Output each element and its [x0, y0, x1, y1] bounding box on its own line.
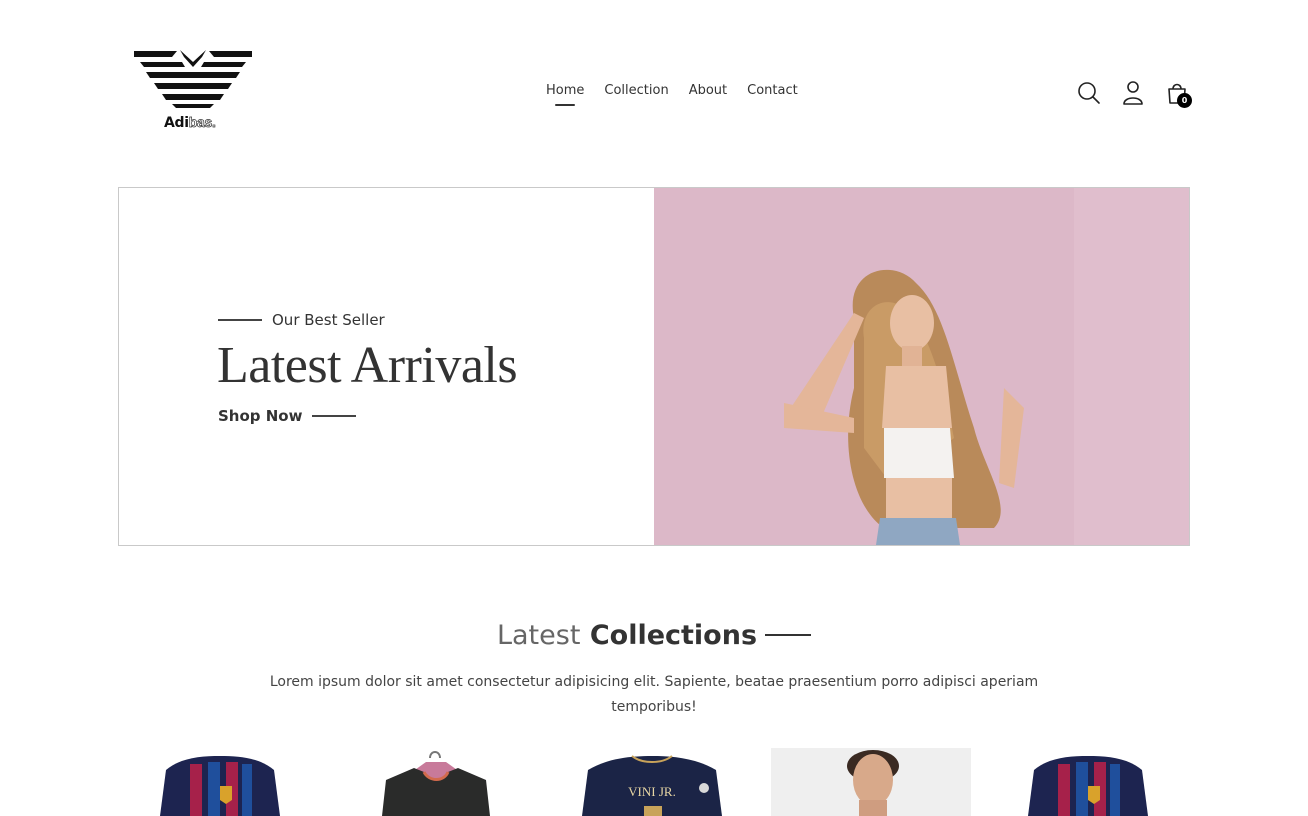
collections-description: Lorem ipsum dolor sit amet consectetur a… [269, 674, 1039, 715]
cart-button[interactable]: 0 [1164, 80, 1192, 108]
cart-count-badge: 0 [1177, 93, 1192, 108]
shop-now-line [312, 415, 357, 417]
brand-wordmark: Adibas. [164, 114, 216, 131]
product-card[interactable] [120, 748, 320, 816]
jersey-print-text: VINI JR. [628, 784, 676, 799]
main-nav: Home Collection About Contact [546, 83, 798, 98]
nav-about[interactable]: About [689, 83, 727, 98]
hero-eyebrow: Our Best Seller [218, 311, 385, 329]
product-card[interactable] [334, 748, 534, 816]
eagle-logo-icon [134, 50, 252, 108]
product-card[interactable]: VINI JR. [552, 748, 752, 816]
barcelona-jersey-image [1028, 756, 1148, 816]
product-grid: VINI JR. [0, 748, 1308, 816]
search-button[interactable] [1076, 80, 1102, 106]
product-card[interactable] [990, 748, 1190, 816]
black-jersey-image [382, 751, 490, 816]
barcelona-jersey-image [160, 756, 280, 816]
hero-text-panel: Our Best Seller Latest Arrivals Shop Now [119, 188, 654, 545]
shop-now-label: Shop Now [218, 407, 303, 425]
search-icon [1078, 82, 1100, 104]
title-dash [765, 633, 812, 636]
brand-name-bold: Adi [164, 115, 189, 131]
brand-name-outline: bas. [188, 114, 216, 131]
header-icons: 0 [1076, 80, 1192, 108]
hero-image [654, 188, 1189, 545]
model-portrait-image [771, 748, 971, 816]
shop-now-link[interactable]: Shop Now [218, 407, 357, 425]
collections-title-light: Latest [496, 620, 581, 651]
profile-button[interactable] [1120, 80, 1146, 106]
nav-home[interactable]: Home [546, 83, 584, 98]
model-photo [654, 188, 1189, 545]
brand-logo[interactable]: Adibas. [132, 48, 254, 136]
vini-jr-jersey-image: VINI JR. [582, 755, 722, 816]
collections-title: Latest Collections [0, 620, 1308, 651]
nav-contact[interactable]: Contact [747, 83, 798, 98]
nav-collection[interactable]: Collection [604, 83, 668, 98]
collections-title-bold: Collections [589, 620, 758, 651]
hero-banner: Our Best Seller Latest Arrivals Shop Now [118, 187, 1190, 546]
product-card[interactable] [771, 748, 971, 816]
user-icon [1123, 81, 1143, 105]
hero-title: Latest Arrivals [217, 337, 518, 394]
eyebrow-text: Our Best Seller [272, 311, 385, 329]
eyebrow-line [218, 319, 262, 321]
